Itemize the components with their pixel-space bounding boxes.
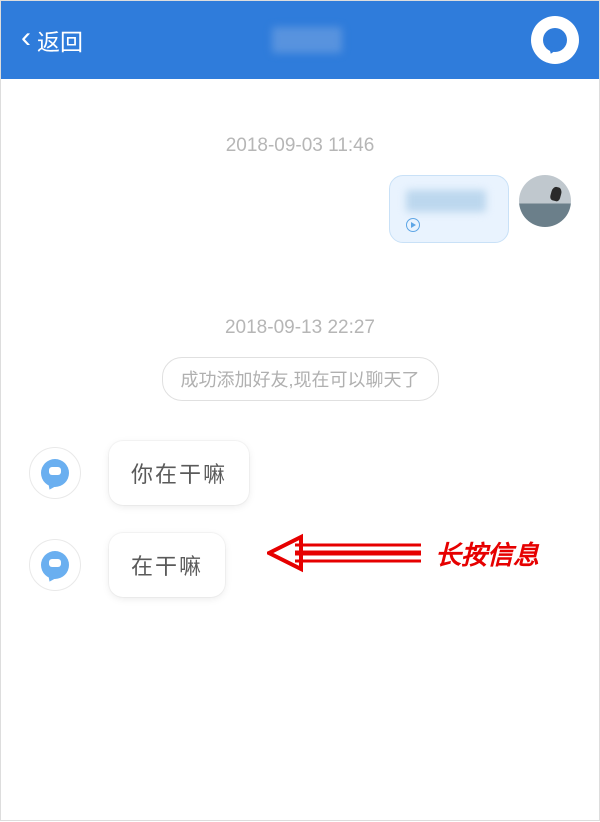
timestamp: 2018-09-13 22:27 xyxy=(29,317,571,339)
outgoing-message-row xyxy=(29,175,571,243)
play-icon xyxy=(406,218,420,232)
avatar-self[interactable] xyxy=(519,175,571,227)
chat-screen: ‹ 返回 2018-09-03 11:46 2018-09-13 22:27 成… xyxy=(0,0,600,821)
chevron-left-icon: ‹ xyxy=(21,23,31,53)
message-content-blurred xyxy=(406,190,486,212)
timestamp: 2018-09-03 11:46 xyxy=(29,135,571,157)
chat-bubble-icon xyxy=(543,28,567,52)
incoming-message-bubble[interactable]: 在干嘛 xyxy=(109,533,225,597)
incoming-message-row: 在干嘛 xyxy=(29,533,571,597)
outgoing-message-bubble[interactable] xyxy=(389,175,509,243)
chat-bubble-icon xyxy=(41,551,69,579)
header-bar: ‹ 返回 xyxy=(1,1,599,79)
header-action-button[interactable] xyxy=(531,16,579,64)
avatar-contact[interactable] xyxy=(29,539,81,591)
header-title-blurred xyxy=(272,27,342,53)
incoming-message-row: 你在干嘛 xyxy=(29,441,571,505)
chat-body[interactable]: 2018-09-03 11:46 2018-09-13 22:27 成功添加好友… xyxy=(1,79,599,822)
back-label: 返回 xyxy=(37,23,83,57)
incoming-message-bubble[interactable]: 你在干嘛 xyxy=(109,441,249,505)
system-message: 成功添加好友,现在可以聊天了 xyxy=(162,357,439,401)
back-button[interactable]: ‹ 返回 xyxy=(21,23,83,57)
avatar-contact[interactable] xyxy=(29,447,81,499)
chat-bubble-icon xyxy=(41,459,69,487)
